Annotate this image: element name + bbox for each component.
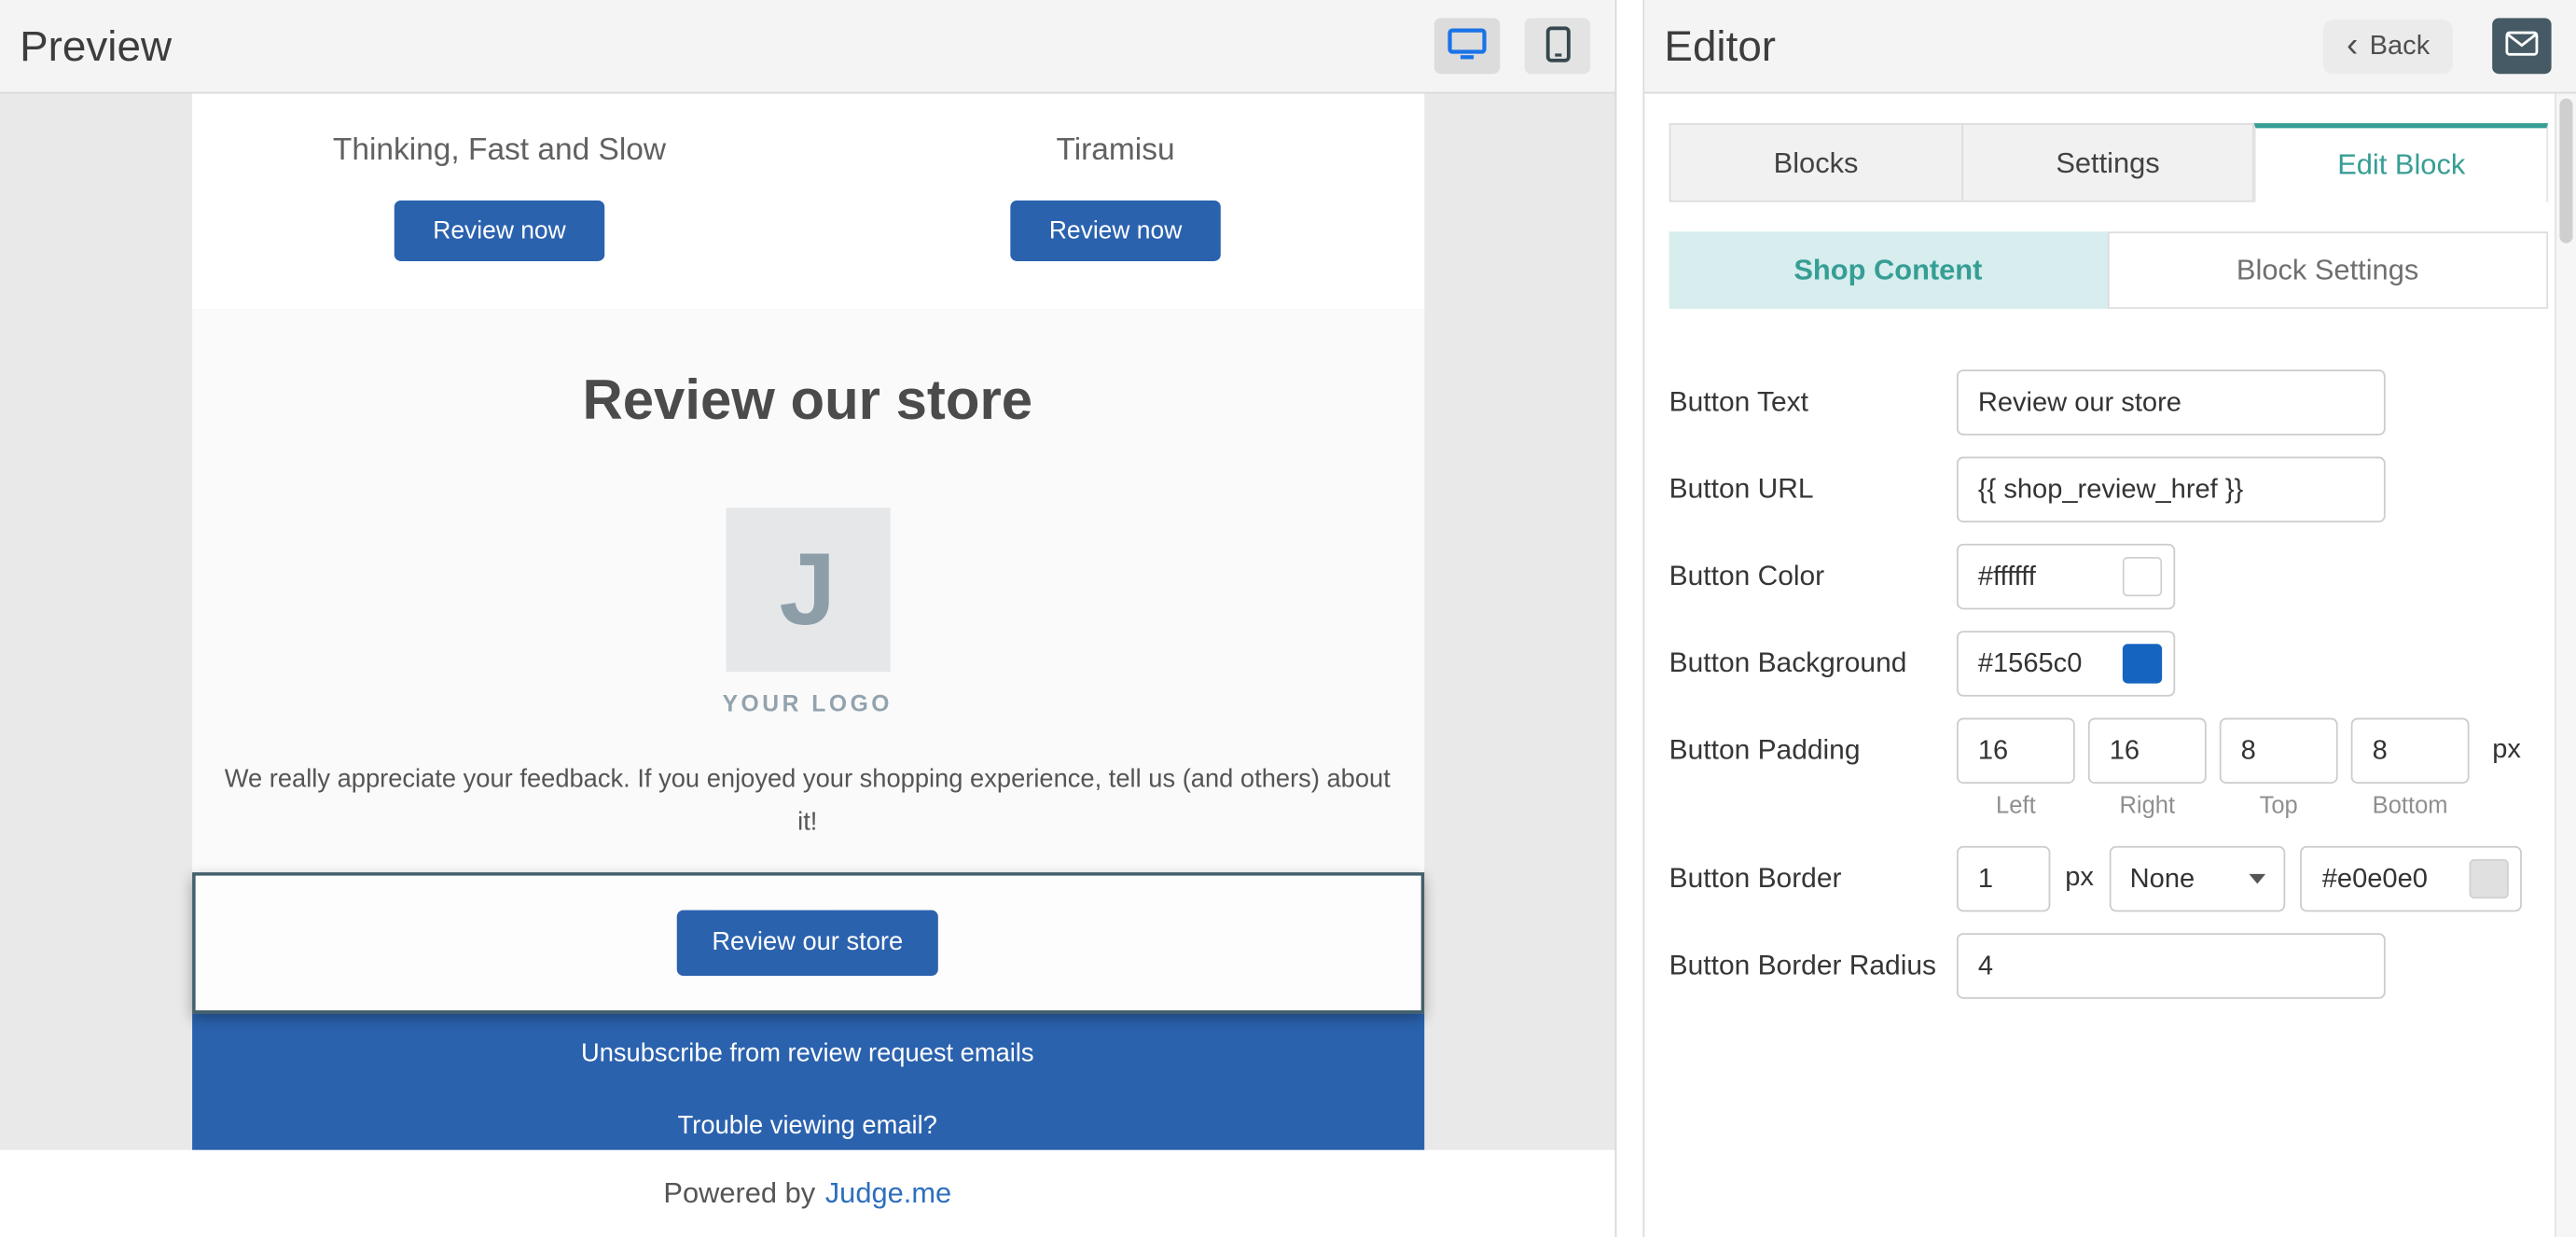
padding-top-group: Top [2220, 718, 2338, 820]
padding-top-input[interactable] [2220, 718, 2338, 784]
editor-scrollbar[interactable] [2555, 93, 2576, 1237]
button-text-label: Button Text [1669, 369, 1957, 435]
product-title: Tiramisu [808, 133, 1424, 170]
editor-title: Editor [1644, 21, 1776, 72]
button-background-label: Button Background [1669, 631, 1957, 696]
padding-unit-label: px [2492, 718, 2521, 766]
button-border-label: Button Border [1669, 846, 1957, 911]
padding-right-input[interactable] [2088, 718, 2207, 784]
border-width-input[interactable] [1957, 846, 2050, 911]
button-border-radius-label: Button Border Radius [1669, 933, 1957, 998]
field-button-padding: Button Padding Left Right Top [1669, 718, 2548, 820]
powered-by-bar: Powered by Judge.me [0, 1150, 1615, 1237]
padding-left-sublabel: Left [1957, 794, 2075, 820]
editor-panel: Editor ‹ Back Blocks Settings Edit Block [1643, 0, 2576, 1237]
button-background-swatch[interactable] [2123, 644, 2162, 683]
tab-settings[interactable]: Settings [1962, 123, 2254, 202]
border-unit-label: px [2065, 846, 2094, 894]
border-color-input-group [2301, 846, 2523, 911]
padding-left-group: Left [1957, 718, 2075, 820]
border-inputs: px None [1957, 846, 2523, 911]
app-window: Preview Thinking, Fast and Sl [0, 0, 2576, 1237]
review-now-button[interactable]: Review now [1010, 201, 1222, 261]
padding-left-input[interactable] [1957, 718, 2075, 784]
smartphone-icon [1545, 25, 1570, 66]
border-style-value: None [2130, 863, 2195, 894]
padding-bottom-sublabel: Bottom [2351, 794, 2470, 820]
field-button-background: Button Background [1669, 631, 2548, 696]
editor-header-actions: ‹ Back [2323, 18, 2576, 74]
border-style-select[interactable]: None [2111, 846, 2286, 911]
button-color-input[interactable] [1959, 546, 2110, 608]
subtab-block-settings[interactable]: Block Settings [2107, 231, 2548, 309]
padding-right-sublabel: Right [2088, 794, 2207, 820]
unsubscribe-link[interactable]: Unsubscribe from review request emails [191, 1038, 1423, 1069]
padding-bottom-group: Bottom [2351, 718, 2470, 820]
logo-letter: J [779, 532, 836, 648]
field-button-url: Button URL [1669, 457, 2548, 522]
monitor-icon [1447, 27, 1487, 65]
border-color-swatch[interactable] [2470, 859, 2509, 898]
device-toggle [1434, 18, 1615, 74]
email-canvas: Thinking, Fast and Slow Review now Tiram… [191, 93, 1423, 1157]
edit-block-subtabs: Shop Content Block Settings [1669, 231, 2548, 309]
logo-caption: YOUR LOGO [191, 690, 1423, 716]
field-button-border-radius: Button Border Radius [1669, 933, 2548, 998]
chevron-down-icon [2250, 874, 2266, 884]
subtab-shop-content[interactable]: Shop Content [1669, 231, 2107, 309]
editor-body: Blocks Settings Edit Block Shop Content … [1644, 93, 2576, 998]
button-color-swatch[interactable] [2123, 557, 2162, 596]
product-cell: Tiramisu Review now [808, 133, 1424, 261]
padding-right-group: Right [2088, 718, 2207, 820]
selected-button-block[interactable]: Review our store [191, 872, 1423, 1013]
button-background-input-group [1957, 631, 2175, 696]
editor-tabs: Blocks Settings Edit Block [1669, 123, 2548, 202]
editor-header: Editor ‹ Back [1644, 0, 2576, 93]
chevron-left-icon: ‹ [2347, 27, 2358, 62]
store-logo: J [726, 507, 890, 672]
review-now-button[interactable]: Review now [394, 201, 605, 261]
review-store-button[interactable]: Review our store [677, 910, 937, 976]
judgeme-link[interactable]: Judge.me [825, 1176, 951, 1211]
border-color-input[interactable] [2303, 848, 2454, 910]
scrollbar-thumb[interactable] [2559, 99, 2572, 243]
product-cell: Thinking, Fast and Slow Review now [191, 133, 808, 261]
button-url-label: Button URL [1669, 457, 1957, 522]
button-url-input[interactable] [1957, 457, 2386, 522]
block-settings-form: Button Text Button URL Button Color Butt… [1669, 369, 2548, 998]
email-preview-area: Thinking, Fast and Slow Review now Tiram… [0, 93, 1615, 1237]
feedback-text: We really appreciate your feedback. If y… [223, 759, 1392, 843]
padding-bottom-input[interactable] [2351, 718, 2470, 784]
product-title: Thinking, Fast and Slow [191, 133, 808, 170]
mobile-preview-button[interactable] [1525, 18, 1590, 74]
tab-edit-block[interactable]: Edit Block [2254, 123, 2548, 202]
button-color-label: Button Color [1669, 544, 1957, 609]
button-text-input[interactable] [1957, 369, 2386, 435]
field-button-color: Button Color [1669, 544, 2548, 609]
field-button-border: Button Border px None [1669, 846, 2548, 911]
button-color-input-group [1957, 544, 2175, 609]
preview-header: Preview [0, 0, 1615, 93]
products-block[interactable]: Thinking, Fast and Slow Review now Tiram… [191, 93, 1423, 309]
envelope-icon [2505, 31, 2538, 61]
email-footer-block[interactable]: Unsubscribe from review request emails T… [191, 1014, 1423, 1157]
button-background-input[interactable] [1959, 632, 2110, 695]
border-radius-input[interactable] [1957, 933, 2386, 998]
tab-blocks[interactable]: Blocks [1669, 123, 1963, 202]
powered-by-text: Powered by [663, 1176, 815, 1211]
padding-top-sublabel: Top [2220, 794, 2338, 820]
padding-inputs: Left Right Top Bottom [1957, 718, 2521, 820]
preview-title: Preview [0, 21, 172, 72]
store-heading: Review our store [191, 369, 1423, 434]
trouble-viewing-link[interactable]: Trouble viewing email? [191, 1111, 1423, 1142]
back-button-label: Back [2370, 31, 2431, 62]
field-button-text: Button Text [1669, 369, 2548, 435]
desktop-preview-button[interactable] [1434, 18, 1500, 74]
back-button[interactable]: ‹ Back [2323, 19, 2453, 73]
email-templates-button[interactable] [2492, 18, 2551, 74]
button-padding-label: Button Padding [1669, 718, 1957, 820]
preview-panel: Preview Thinking, Fast and Sl [0, 0, 1616, 1237]
store-review-block[interactable]: Review our store J YOUR LOGO We really a… [191, 309, 1423, 872]
